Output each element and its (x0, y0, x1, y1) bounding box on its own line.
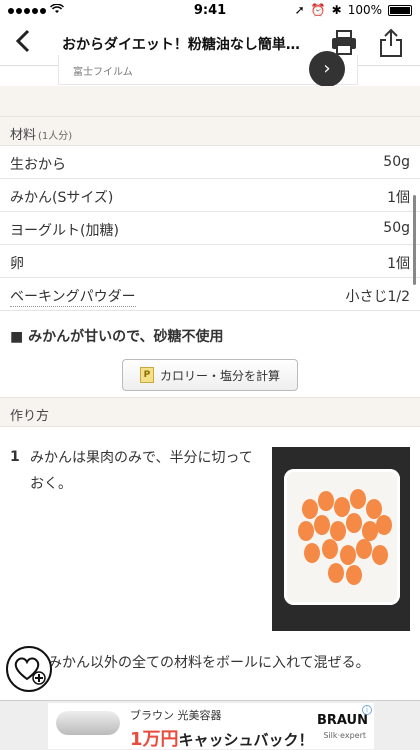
ingredient-qty: 1個 (387, 190, 410, 206)
ingredients-label: 材料 (10, 128, 37, 143)
ad-card[interactable]: ブラウン 光美容器 1万円キャッシュバック！ BRAUN Silk·expert… (48, 703, 374, 750)
share-button[interactable] (378, 28, 404, 58)
serving-label: (1人分) (38, 131, 73, 142)
orange-segment (330, 521, 346, 541)
orange-segment (302, 499, 318, 519)
step-text: みかんは果肉のみで、半分に切っておく。 (30, 450, 253, 492)
device-image (56, 711, 120, 735)
steps-title: 作り方 (10, 409, 50, 424)
calorie-calc-button[interactable]: P カロリー・塩分を計算 (122, 359, 298, 391)
scrollbar[interactable] (413, 195, 416, 285)
section-gap (0, 86, 420, 116)
arrow-right-icon[interactable]: › (309, 51, 345, 87)
step-number: 1 (10, 449, 20, 465)
favorite-button[interactable] (6, 646, 52, 692)
orange-segment (372, 545, 388, 565)
ad-brand: 富士フイルム (73, 67, 133, 78)
ingredient-name: ヨーグルト(加糖) (10, 223, 119, 239)
battery-percent: 100% (347, 3, 382, 17)
info-icon[interactable]: i (362, 705, 372, 715)
status-right: ➚ ⏰ ✱ 100% (295, 3, 412, 17)
orange-segment (346, 565, 362, 585)
back-button[interactable] (8, 28, 38, 58)
chevron-left-icon (15, 29, 30, 53)
ingredient-name: 卵 (10, 256, 24, 272)
orange-segment (322, 539, 338, 559)
orange-segment (314, 515, 330, 535)
ingredient-row: ヨーグルト(加糖) 50g (0, 212, 420, 245)
ingredients-header: 材料 (1人分) (0, 116, 420, 146)
alarm-icon: ⏰ (310, 3, 326, 17)
ingredient-name-link[interactable]: ベーキングパウダー (10, 286, 136, 307)
orange-segment (340, 545, 356, 565)
page-title: おからダイエット！粉糖油なし簡単… (62, 37, 300, 53)
orange-segment (298, 521, 314, 541)
ingredient-qty: 50g (383, 220, 410, 236)
step-photo[interactable] (272, 447, 410, 631)
orange-segment (356, 539, 372, 559)
ad-line2-suffix: キャッシュバック！ (178, 731, 314, 749)
recipe-note: ■ みかんが甘いので、砂糖不使用 (10, 329, 224, 345)
ingredient-qty: 50g (383, 154, 410, 170)
orange-segment (350, 489, 366, 509)
steps-header: 作り方 (0, 397, 420, 427)
ad-line2: 1万円キャッシュバック！ (130, 725, 314, 750)
ingredient-row: みかん(Sサイズ) 1個 (0, 179, 420, 212)
location-icon: ➚ (294, 3, 305, 17)
step-row: みかん以外の全ての材料をボールに入れて混ぜる。 (0, 640, 420, 695)
calorie-calc-label: カロリー・塩分を計算 (159, 368, 280, 383)
ingredients-title: 材料 (1人分) (10, 124, 72, 143)
ad-line2-prefix: 1万円 (130, 729, 179, 750)
orange-segment (318, 491, 334, 511)
orange-segment (304, 543, 320, 563)
ingredient-row: 生おから 50g (0, 146, 420, 179)
orange-segment (334, 497, 350, 517)
orange-segment (346, 513, 362, 533)
ingredient-name: 生おから (10, 157, 66, 173)
ingredient-name: みかん(Sサイズ) (10, 190, 114, 206)
bluetooth-icon: ✱ (331, 3, 342, 17)
top-ad-banner[interactable]: 富士フイルム › (58, 51, 358, 87)
ingredient-row: 卵 1個 (0, 245, 420, 278)
battery-icon (388, 4, 412, 16)
share-icon (380, 28, 402, 57)
ingredient-qty: 小さじ1/2 (345, 289, 410, 305)
ad-sublogo: Silk·expert (323, 731, 366, 740)
step-text: みかん以外の全ての材料をボールに入れて混ぜる。 (48, 655, 370, 671)
plate-image (284, 469, 400, 605)
ingredient-row: ベーキングパウダー 小さじ1/2 (0, 278, 420, 311)
ad-logo: BRAUN (316, 713, 368, 728)
orange-segment (376, 515, 392, 535)
ad-line1: ブラウン 光美容器 (130, 709, 222, 722)
ingredient-qty: 1個 (387, 256, 410, 272)
orange-segment (328, 563, 344, 583)
bottom-ad-banner[interactable]: ブラウン 光美容器 1万円キャッシュバック！ BRAUN Silk·expert… (0, 700, 420, 750)
points-icon: P (139, 367, 154, 383)
heart-plus-icon (14, 657, 46, 685)
status-bar: 9:41 ➚ ⏰ ✱ 100% (0, 0, 420, 22)
